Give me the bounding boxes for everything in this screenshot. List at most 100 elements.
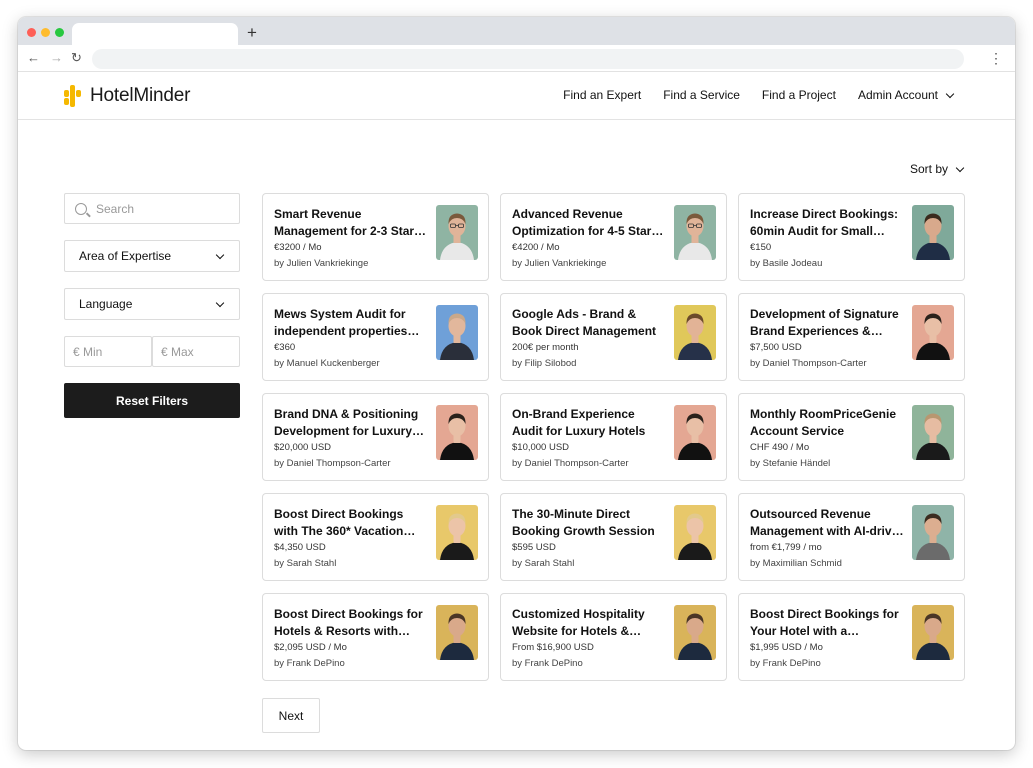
expert-avatar — [912, 305, 954, 360]
service-card[interactable]: On-Brand Experience Audit for Luxury Hot… — [500, 393, 727, 481]
next-page-button[interactable]: Next — [262, 698, 320, 733]
service-card[interactable]: Google Ads - Brand & Book Direct Managem… — [500, 293, 727, 381]
portrait-illustration — [916, 513, 950, 560]
service-card[interactable]: Increase Direct Bookings: 60min Audit fo… — [738, 193, 965, 281]
language-select[interactable]: Language — [64, 288, 240, 320]
service-card[interactable]: Boost Direct Bookings for Hotels & Resor… — [262, 593, 489, 681]
service-card[interactable]: Boost Direct Bookings with The 360* Vaca… — [262, 493, 489, 581]
forward-arrow-icon[interactable]: → — [50, 49, 63, 67]
service-title: Brand DNA & Positioning Development for … — [274, 407, 419, 438]
service-title: On-Brand Experience Audit for Luxury Hot… — [512, 407, 646, 438]
logo[interactable]: HotelMinder — [64, 85, 190, 107]
filter-sidebar: Area of Expertise Language Reset Filters — [64, 193, 240, 418]
chevron-down-icon — [945, 89, 955, 98]
reset-filters-button[interactable]: Reset Filters — [64, 383, 240, 418]
expertise-select-label: Area of Expertise — [79, 249, 172, 263]
chevron-down-icon — [215, 250, 225, 259]
browser-tab-bar: + — [18, 17, 1015, 45]
expert-avatar — [436, 305, 478, 360]
account-menu-label: Admin Account — [857, 88, 938, 102]
portrait-illustration — [916, 413, 950, 460]
service-card[interactable]: Outsourced Revenue Management with AI-dr… — [738, 493, 965, 581]
expertise-select[interactable]: Area of Expertise — [64, 240, 240, 272]
browser-window: + ← → ↻ ⋮ HotelMinder Find an Expert Fin… — [18, 17, 1015, 750]
address-bar[interactable] — [92, 49, 964, 69]
expert-avatar — [674, 505, 716, 560]
browser-tab[interactable] — [72, 23, 238, 45]
service-card[interactable]: The 30-Minute Direct Booking Growth Sess… — [500, 493, 727, 581]
reload-icon[interactable]: ↻ — [71, 49, 82, 67]
nav-find-project[interactable]: Find a Project — [762, 88, 836, 102]
max-price-input[interactable] — [161, 344, 236, 359]
close-window-icon[interactable] — [27, 28, 36, 37]
language-select-label: Language — [79, 297, 133, 311]
portrait-illustration — [916, 213, 950, 260]
logo-mark-icon — [64, 85, 86, 107]
portrait-illustration — [440, 313, 474, 360]
service-title: Mews System Audit for independent proper… — [274, 307, 408, 338]
min-price-box[interactable] — [64, 336, 152, 367]
browser-menu-icon[interactable]: ⋮ — [989, 49, 1003, 67]
portrait-illustration — [678, 313, 712, 360]
expert-avatar — [674, 405, 716, 460]
maximize-window-icon[interactable] — [55, 28, 64, 37]
expert-avatar — [674, 205, 716, 260]
service-title: The 30-Minute Direct Booking Growth Sess… — [512, 507, 655, 538]
expert-avatar — [912, 505, 954, 560]
chevron-down-icon — [955, 163, 965, 172]
chevron-down-icon — [215, 298, 225, 307]
price-range — [64, 336, 240, 367]
expert-avatar — [436, 505, 478, 560]
portrait-illustration — [440, 613, 474, 660]
minimize-window-icon[interactable] — [41, 28, 50, 37]
expert-avatar — [674, 305, 716, 360]
service-card[interactable]: Mews System Audit for independent proper… — [262, 293, 489, 381]
expert-avatar — [912, 405, 954, 460]
expert-avatar — [436, 205, 478, 260]
sort-dropdown[interactable]: Sort by — [909, 162, 965, 176]
portrait-illustration — [916, 613, 950, 660]
service-card[interactable]: Brand DNA & Positioning Development for … — [262, 393, 489, 481]
expert-avatar — [436, 605, 478, 660]
search-box[interactable] — [64, 193, 240, 224]
service-card[interactable]: Monthly RoomPriceGenie Account Service C… — [738, 393, 965, 481]
back-arrow-icon[interactable]: ← — [27, 49, 40, 67]
expert-avatar — [912, 605, 954, 660]
service-title: Increase Direct Bookings: 60min Audit fo… — [750, 207, 899, 238]
portrait-illustration — [678, 413, 712, 460]
min-price-input[interactable] — [73, 344, 148, 359]
portrait-illustration — [440, 413, 474, 460]
service-title: Boost Direct Bookings for Hotels & Resor… — [274, 607, 423, 638]
account-menu[interactable]: Admin Account — [857, 88, 955, 102]
portrait-illustration — [678, 213, 712, 260]
expert-avatar — [912, 205, 954, 260]
service-title: Development of Signature Brand Experienc… — [750, 307, 899, 338]
expert-avatar — [436, 405, 478, 460]
brand-name: HotelMinder — [90, 85, 191, 106]
service-card[interactable]: Smart Revenue Management for 2-3 Star Ho… — [262, 193, 489, 281]
portrait-illustration — [678, 513, 712, 560]
service-card[interactable]: Customized Hospitality Website for Hotel… — [500, 593, 727, 681]
service-title: Boost Direct Bookings with The 360* Vaca… — [274, 507, 404, 538]
portrait-illustration — [440, 513, 474, 560]
service-title: Advanced Revenue Optimization for 4-5 St… — [512, 207, 652, 238]
service-title: Monthly RoomPriceGenie Account Service — [750, 407, 897, 438]
sort-label: Sort by — [909, 162, 948, 176]
service-title: Customized Hospitality Website for Hotel… — [512, 607, 645, 638]
service-card[interactable]: Development of Signature Brand Experienc… — [738, 293, 965, 381]
main-nav: Find an Expert Find a Service Find a Pro… — [541, 88, 955, 102]
portrait-illustration — [678, 613, 712, 660]
nav-find-expert[interactable]: Find an Expert — [563, 88, 641, 102]
service-card[interactable]: Advanced Revenue Optimization for 4-5 St… — [500, 193, 727, 281]
site-header: HotelMinder Find an Expert Find a Servic… — [18, 73, 1015, 120]
new-tab-button[interactable]: + — [247, 23, 257, 43]
service-card[interactable]: Boost Direct Bookings for Your Hotel wit… — [738, 593, 965, 681]
max-price-box[interactable] — [152, 336, 240, 367]
service-title: Boost Direct Bookings for Your Hotel wit… — [750, 607, 899, 638]
service-title: Outsourced Revenue Management with AI-dr… — [750, 507, 906, 538]
nav-find-service[interactable]: Find a Service — [663, 88, 740, 102]
service-title: Smart Revenue Management for 2-3 Star Ho… — [274, 207, 415, 238]
search-icon — [75, 202, 87, 215]
search-input[interactable] — [96, 201, 226, 216]
browser-toolbar: ← → ↻ ⋮ — [18, 45, 1015, 72]
